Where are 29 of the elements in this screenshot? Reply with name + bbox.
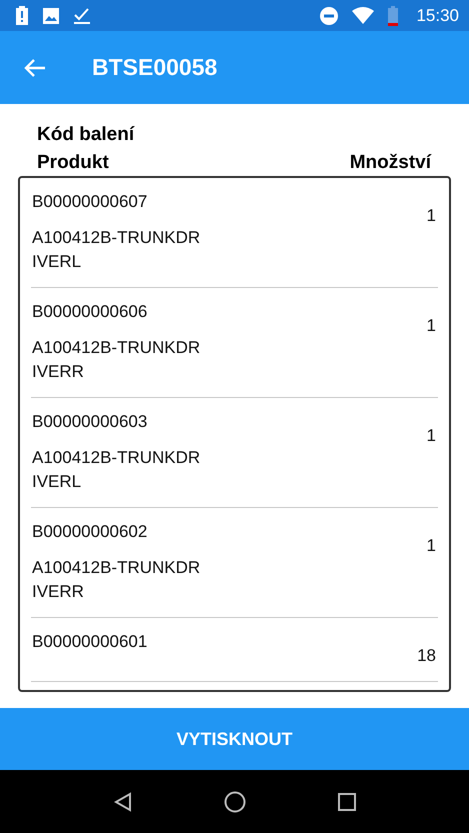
column-header: Množství [350,152,431,174]
wifi-icon [352,7,374,24]
back-icon[interactable] [114,792,132,812]
screen-title: BTSE00058 [92,54,218,81]
package-code[interactable]: B00000000607 [32,190,200,214]
quantity: 1 [426,425,436,447]
status-time: 15:30 [416,6,459,26]
checkmark-icon [74,6,90,24]
battery-alert-icon [16,6,28,25]
image-icon [42,6,60,24]
quantity: 1 [426,535,436,557]
column-header: Produkt [37,152,109,174]
package-code[interactable]: B00000000603 [32,410,200,434]
battery-icon [388,6,398,26]
product-name: A100412B-TRUNKDR IVERL [32,227,200,273]
quantity: 1 [426,315,436,337]
quantity: 18 [417,645,436,667]
package-code[interactable]: B00000000601 [32,630,148,654]
quantity: 1 [426,205,436,227]
back-arrow-icon[interactable] [24,58,46,78]
recents-icon[interactable] [338,792,356,810]
product-name: A100412B-TRUNKDR IVERR [32,337,200,383]
do-not-disturb-icon [320,6,338,24]
home-icon[interactable] [224,790,246,812]
package-code[interactable]: B00000000606 [32,300,200,324]
product-name: A100412B-TRUNKDR IVERR [32,557,200,603]
package-code[interactable]: B00000000602 [32,520,200,544]
package-code-label: Kód balení [36,124,136,146]
product-name: A100412B-TRUNKDR IVERL [32,447,200,493]
